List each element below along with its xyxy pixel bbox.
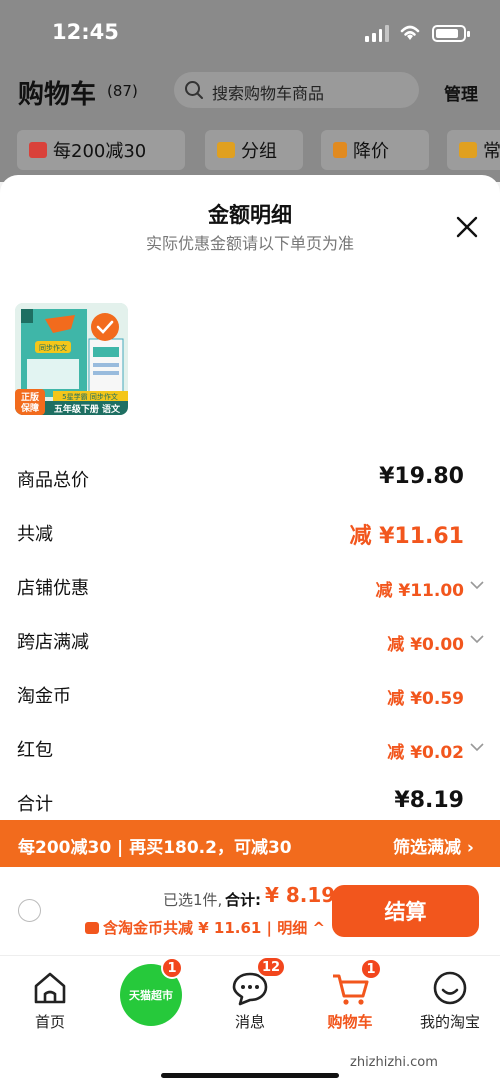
chip-group-label: 分组 [241,141,277,162]
row-total-discount: 共减 减 ¥11.61 [0,512,500,552]
battery-icon [432,25,470,42]
chevron-down-icon [470,743,484,752]
tab-label: 消息 [234,1013,265,1031]
chip-price-drop-label: 降价 [353,141,389,162]
tmall-label: 天猫超市 [129,989,173,1002]
product-thumbnail[interactable]: 同步作文 5星学霸 同步作文 五年级下册 语文 正版 保障 [15,303,128,415]
tab-tmall-supermarket[interactable]: 天猫超市 1 [100,956,200,1046]
chip-frequent-label: 常 [483,141,500,162]
cart-header: 购物车 (87) 搜索购物车商品 管理 每200减30 分组 降价 常 [0,62,500,182]
tab-my-taobao[interactable]: 我的淘宝 [400,956,500,1046]
checkout-bar: 已选1件, 合计: ¥ 8.19 含淘金币共减 ¥ 11.61 | 明细 ^ 结… [0,867,500,955]
cellular-signal-icon [365,24,389,42]
row-value: 减 ¥0.02 [387,743,464,763]
filter-discount-link[interactable]: 筛选满减 › [393,833,474,858]
status-time: 12:45 [52,20,119,44]
row-value: 减 ¥0.00 [387,635,464,655]
cart-badge: 1 [360,958,382,980]
row-label: 合计 [17,794,53,815]
product-logo-text: 同步作文 [39,343,67,352]
promo-bar[interactable]: 每200减30 | 再买180.2，可减30 筛选满减 › [0,820,500,867]
coin-icon [85,922,99,934]
badge-line1: 正版 [21,391,39,403]
row-label: 淘金币 [17,686,71,707]
product-ribbon-text: 5星学霸 同步作文 [62,392,118,401]
chip-price-drop[interactable]: 降价 [321,130,429,170]
row-label: 共减 [17,524,53,545]
chevron-down-icon [470,635,484,644]
row-red-packet[interactable]: 红包 减 ¥0.02 [0,728,500,768]
chevron-down-icon [470,581,484,590]
tab-label: 我的淘宝 [419,1013,480,1031]
tab-cart[interactable]: 1 购物车 [300,956,400,1046]
discount-text: 含淘金币共减 ¥ 11.61 | 明细 ^ [103,919,326,937]
chip-discount[interactable]: 每200减30 [17,130,185,170]
wifi-icon [400,25,420,40]
filter-chips: 每200减30 分组 降价 常 [0,126,500,172]
sheet-title: 金额明细 [208,203,292,227]
row-value: 减 ¥11.61 [349,524,464,549]
cart-count: (87) [107,82,138,100]
status-bar: 12:45 [0,0,500,62]
row-value: ¥19.80 [379,464,464,489]
search-input[interactable]: 搜索购物车商品 [174,72,419,108]
tab-label: 首页 [34,1013,65,1031]
coupon-icon [29,142,47,158]
tab-home[interactable]: 首页 [0,956,100,1046]
sheet-subtitle: 实际优惠金额请以下单页为准 [145,234,354,253]
messages-badge: 12 [256,956,287,978]
manage-button[interactable]: 管理 [444,80,478,105]
total-label: 合计: [225,891,261,909]
close-icon[interactable] [455,215,479,239]
row-taojinbi: 淘金币 减 ¥0.59 [0,674,500,714]
checkout-button[interactable]: 结算 [332,885,479,937]
chip-group[interactable]: 分组 [205,130,303,170]
row-label: 红包 [17,740,53,761]
chip-frequent[interactable]: 常 [447,130,500,170]
discount-detail-toggle[interactable]: 含淘金币共减 ¥ 11.61 | 明细 ^ [85,917,325,938]
row-label: 跨店满减 [17,632,89,653]
row-total-price: 商品总价 ¥19.80 [0,458,500,498]
watermark: zhizhizhi.com [350,1055,438,1070]
badge-line2: 保障 [20,402,39,414]
amount-detail-sheet: 金额明细 实际优惠金额请以下单页为准 同步作文 5星学霸 同步作文 五年级下册 … [0,175,500,820]
row-shop-discount[interactable]: 店铺优惠 减 ¥11.00 [0,566,500,606]
search-icon [185,81,203,99]
promo-text: 每200减30 | 再买180.2，可减30 [18,838,292,858]
row-sum: 合计 ¥8.19 [0,782,500,822]
select-all-checkbox[interactable] [18,899,41,922]
product-image: 同步作文 5星学霸 同步作文 五年级下册 语文 正版 保障 [15,303,128,415]
page-title: 购物车 [18,80,97,110]
row-label: 商品总价 [17,470,89,491]
profile-icon [433,971,467,1005]
product-bottom-text: 五年级下册 语文 [54,403,121,415]
folder-icon [217,142,235,158]
row-value: ¥8.19 [394,788,464,813]
cart-small-icon [459,142,477,158]
home-indicator [161,1073,339,1078]
row-value: 减 ¥11.00 [375,581,464,601]
selected-count: 已选1件, [163,891,223,909]
row-value: 减 ¥0.59 [387,689,464,709]
chip-discount-label: 每200减30 [53,141,147,162]
row-label: 店铺优惠 [17,578,89,599]
tab-messages[interactable]: 12 消息 [200,956,300,1046]
tmall-badge: 1 [161,957,183,979]
search-placeholder: 搜索购物车商品 [212,84,325,103]
row-cross-store-discount[interactable]: 跨店满减 减 ¥0.00 [0,620,500,660]
arrow-down-icon [333,142,347,158]
tab-label: 购物车 [327,1013,373,1031]
total-value: ¥ 8.19 [265,883,336,907]
home-icon [34,972,66,1004]
